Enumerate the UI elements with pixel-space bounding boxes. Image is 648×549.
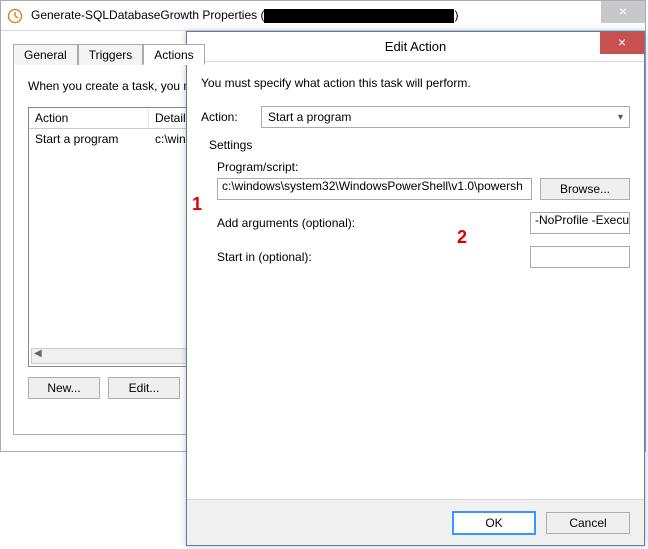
redacted-text — [264, 9, 454, 23]
tab-general[interactable]: General — [13, 44, 78, 65]
close-icon: × — [619, 3, 627, 19]
action-combo-value: Start a program — [268, 110, 351, 124]
program-row: c:\windows\system32\WindowsPowerShell\v1… — [217, 178, 630, 200]
tab-actions[interactable]: Actions — [143, 44, 204, 65]
title-suffix: ) — [454, 8, 458, 22]
dialog-prompt: You must specify what action this task w… — [201, 76, 630, 90]
action-row: Action: Start a program ▾ — [201, 106, 630, 128]
startin-row: Start in (optional): — [217, 246, 630, 268]
action-combo[interactable]: Start a program ▾ — [261, 106, 630, 128]
settings-group: Program/script: c:\windows\system32\Wind… — [201, 160, 630, 268]
dialog-close-button[interactable]: × — [600, 32, 644, 54]
arguments-row: Add arguments (optional): -NoProfile -Ex… — [217, 212, 630, 234]
new-button[interactable]: New... — [28, 377, 100, 399]
properties-title: Generate-SQLDatabaseGrowth Properties () — [31, 8, 458, 23]
col-action[interactable]: Action — [29, 108, 149, 128]
arguments-label: Add arguments (optional): — [217, 216, 355, 230]
edit-button[interactable]: Edit... — [108, 377, 180, 399]
chevron-down-icon: ▾ — [618, 112, 623, 123]
startin-input[interactable] — [530, 246, 630, 268]
action-label: Action: — [201, 110, 261, 124]
dialog-title: Edit Action — [385, 39, 446, 54]
properties-titlebar: Generate-SQLDatabaseGrowth Properties ()… — [1, 1, 645, 31]
settings-label: Settings — [209, 138, 630, 152]
properties-close-button[interactable]: × — [601, 1, 645, 23]
program-input[interactable]: c:\windows\system32\WindowsPowerShell\v1… — [217, 178, 532, 200]
dialog-body: You must specify what action this task w… — [187, 62, 644, 268]
task-scheduler-icon — [7, 8, 23, 24]
browse-button[interactable]: Browse... — [540, 178, 630, 200]
arguments-input[interactable]: -NoProfile -Executionpo — [530, 212, 630, 234]
edit-action-dialog: Edit Action × You must specify what acti… — [186, 31, 645, 546]
title-prefix: Generate-SQLDatabaseGrowth Properties ( — [31, 8, 264, 22]
dialog-titlebar: Edit Action × — [187, 32, 644, 62]
dialog-footer: OK Cancel — [187, 499, 644, 545]
cancel-button[interactable]: Cancel — [546, 512, 630, 534]
close-icon: × — [618, 34, 626, 50]
program-label: Program/script: — [217, 160, 630, 174]
startin-label: Start in (optional): — [217, 250, 312, 264]
ok-button[interactable]: OK — [452, 511, 536, 535]
tab-triggers[interactable]: Triggers — [78, 44, 144, 65]
row-action: Start a program — [29, 129, 149, 149]
